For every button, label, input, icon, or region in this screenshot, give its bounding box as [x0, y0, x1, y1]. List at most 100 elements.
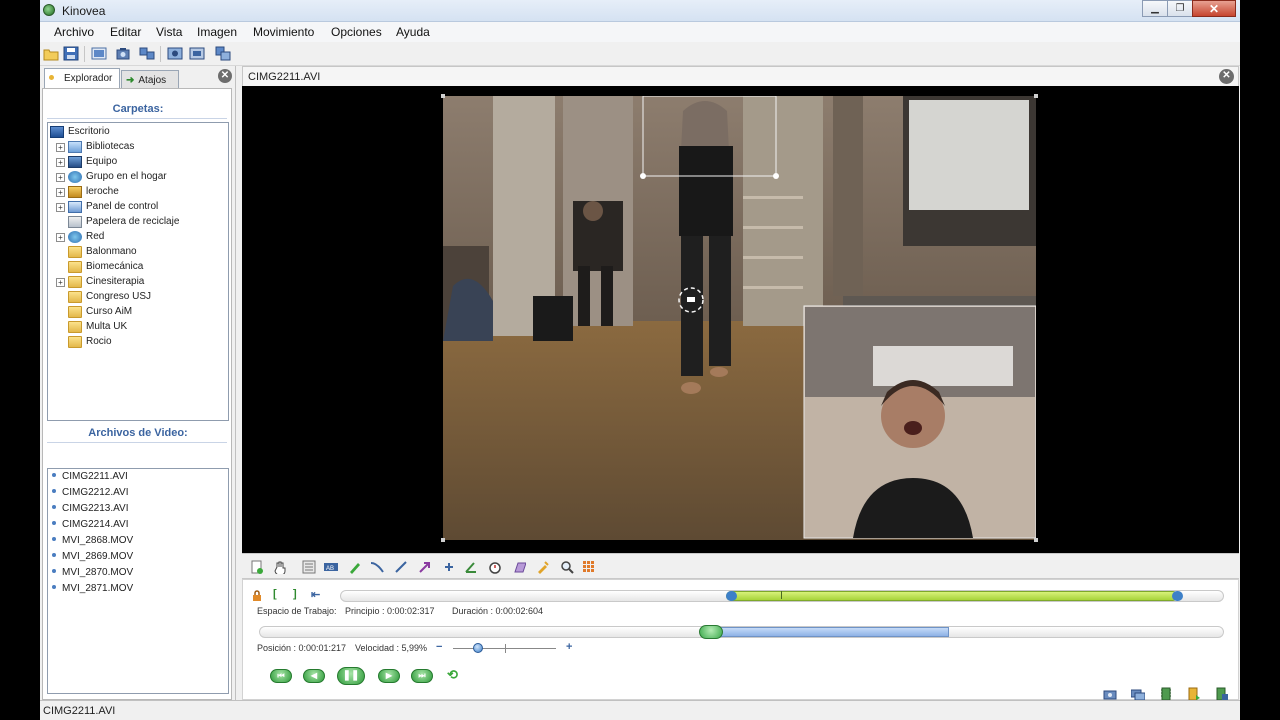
- expand-icon[interactable]: +: [56, 173, 65, 182]
- screen-bezel-right: [1240, 0, 1280, 720]
- set-start-bracket-icon[interactable]: [: [273, 588, 277, 600]
- menu-ayuda[interactable]: Ayuda: [396, 25, 430, 39]
- save-video-icon[interactable]: [1159, 687, 1173, 701]
- menu-editar[interactable]: Editar: [110, 25, 141, 39]
- lock-icon[interactable]: [251, 590, 263, 602]
- magic-brush-icon[interactable]: [536, 560, 550, 574]
- frame-corner-handle[interactable]: [1034, 538, 1038, 542]
- export-video-icon[interactable]: [1187, 687, 1201, 701]
- menu-opciones[interactable]: Opciones: [331, 25, 382, 39]
- arrow-tool-icon[interactable]: [418, 560, 432, 574]
- cross-marker-icon[interactable]: [442, 560, 456, 574]
- tree-item-label: Grupo en el hogar: [86, 171, 167, 182]
- first-frame-button[interactable]: ⏮: [270, 669, 292, 683]
- single-screen-icon[interactable]: [91, 46, 107, 61]
- tree-item-label: Panel de control: [86, 201, 159, 212]
- video-list-item[interactable]: MVI_2871.MOV: [52, 583, 133, 597]
- menu-vista[interactable]: Vista: [156, 25, 182, 39]
- open-folder-icon[interactable]: [43, 46, 59, 61]
- video-list-item[interactable]: MVI_2870.MOV: [52, 567, 133, 581]
- selection-end-handle[interactable]: [1172, 591, 1183, 601]
- playback-controls: [ ] ⇤ Espacio de Trabajo: Principio : 0:…: [242, 579, 1239, 701]
- close-player-icon[interactable]: ✕: [1219, 69, 1234, 84]
- video-list-item[interactable]: CIMG2212.AVI: [52, 487, 129, 501]
- speed-slider-midmark: [505, 644, 506, 653]
- magnifier-inset[interactable]: [803, 305, 1036, 539]
- grid-plane-icon[interactable]: [512, 560, 526, 574]
- hand-tool-icon[interactable]: [274, 560, 288, 574]
- main-toolbar: [40, 42, 1240, 66]
- workspace-selection[interactable]: [726, 591, 1178, 601]
- menu-movimiento[interactable]: Movimiento: [253, 25, 314, 39]
- comment-tool-icon[interactable]: [302, 560, 316, 574]
- line-tool-icon[interactable]: [394, 560, 408, 574]
- video-list-item[interactable]: MVI_2868.MOV: [52, 535, 133, 549]
- expand-icon[interactable]: +: [56, 278, 65, 287]
- close-panel-icon[interactable]: ✕: [218, 69, 232, 83]
- magnifier-tool-icon[interactable]: [560, 560, 574, 574]
- goto-start-icon[interactable]: ⇤: [311, 588, 320, 601]
- frame-corner-handle[interactable]: [1034, 94, 1038, 98]
- previous-frame-button[interactable]: ◀: [303, 669, 325, 683]
- tab-atajos[interactable]: ➜ Atajos: [121, 70, 179, 88]
- multi-snapshot-icon[interactable]: [1131, 687, 1145, 701]
- sync-screens-icon[interactable]: [215, 46, 231, 61]
- last-frame-button[interactable]: ⏭: [411, 669, 433, 683]
- angle-tool-icon[interactable]: [464, 560, 478, 574]
- video-frame-image: [443, 96, 1036, 540]
- expand-icon[interactable]: +: [56, 233, 65, 242]
- video-viewport[interactable]: [242, 86, 1239, 553]
- screen-capture-icon[interactable]: [167, 46, 183, 61]
- export-diaporama-icon[interactable]: [1215, 687, 1229, 701]
- frame-corner-handle[interactable]: [441, 94, 445, 98]
- close-window-button[interactable]: ✕: [1192, 0, 1236, 17]
- workspace-label: Espacio de Trabajo:: [257, 606, 337, 616]
- kinovea-window: Kinovea ▁ ❐ ✕ Archivo Editar Vista Image…: [40, 0, 1240, 720]
- video-list-item[interactable]: CIMG2211.AVI: [52, 471, 128, 485]
- expand-icon[interactable]: +: [56, 188, 65, 197]
- shortcut-arrow-icon: ➜: [126, 75, 135, 86]
- video-list-item[interactable]: MVI_2869.MOV: [52, 551, 133, 565]
- video-capture-icon[interactable]: [189, 46, 205, 61]
- tab-explorador-label: Explorador: [64, 73, 113, 84]
- color-grid-icon[interactable]: [582, 560, 596, 574]
- frame-corner-handle[interactable]: [441, 538, 445, 542]
- expand-icon[interactable]: +: [56, 143, 65, 152]
- loop-icon[interactable]: ⟲: [447, 667, 458, 683]
- next-frame-button[interactable]: ▶: [378, 669, 400, 683]
- expand-icon[interactable]: +: [56, 203, 65, 212]
- save-icon[interactable]: [63, 46, 79, 61]
- video-list-item-label: MVI_2868.MOV: [62, 535, 134, 546]
- playhead-handle[interactable]: [699, 625, 723, 639]
- dual-screen-icon[interactable]: [139, 46, 155, 61]
- expand-icon[interactable]: +: [56, 158, 65, 167]
- speed-slider-thumb[interactable]: [473, 643, 483, 653]
- snapshot-icon[interactable]: [1103, 687, 1117, 701]
- menu-imagen[interactable]: Imagen: [197, 25, 237, 39]
- capture-icon[interactable]: [115, 46, 131, 61]
- video-list-item[interactable]: CIMG2214.AVI: [52, 519, 129, 533]
- bullet-icon: [52, 521, 56, 525]
- pause-button[interactable]: ❚❚: [337, 667, 365, 685]
- speed-increase-button[interactable]: +: [566, 641, 572, 653]
- video-frame[interactable]: [443, 96, 1036, 540]
- tab-explorador[interactable]: Explorador: [44, 68, 120, 88]
- add-keyframe-icon[interactable]: [250, 560, 264, 574]
- video-list-item-label: CIMG2211.AVI: [62, 471, 128, 482]
- folders-divider: [47, 118, 227, 119]
- restore-button[interactable]: ❐: [1167, 0, 1193, 17]
- bullet-icon: [52, 585, 56, 589]
- speed-decrease-button[interactable]: −: [436, 641, 442, 653]
- curve-tool-icon[interactable]: [370, 560, 384, 574]
- minimize-button[interactable]: ▁: [1142, 0, 1168, 17]
- window-controls: ▁ ❐ ✕: [1142, 0, 1236, 18]
- pencil-tool-icon[interactable]: [348, 560, 362, 574]
- video-file-list[interactable]: CIMG2211.AVI CIMG2212.AVI CIMG2213.AVI CIMG…: [47, 468, 229, 694]
- chrono-tool-icon[interactable]: [488, 560, 502, 574]
- folder-tree[interactable]: Escritorio + Bibliotecas + Equipo + Grupo en e…: [47, 122, 229, 421]
- set-end-bracket-icon[interactable]: ]: [293, 588, 297, 600]
- menu-archivo[interactable]: Archivo: [54, 25, 94, 39]
- selection-start-handle[interactable]: [726, 591, 737, 601]
- video-list-item[interactable]: CIMG2213.AVI: [52, 503, 129, 517]
- label-tool-icon[interactable]: AB: [324, 560, 338, 574]
